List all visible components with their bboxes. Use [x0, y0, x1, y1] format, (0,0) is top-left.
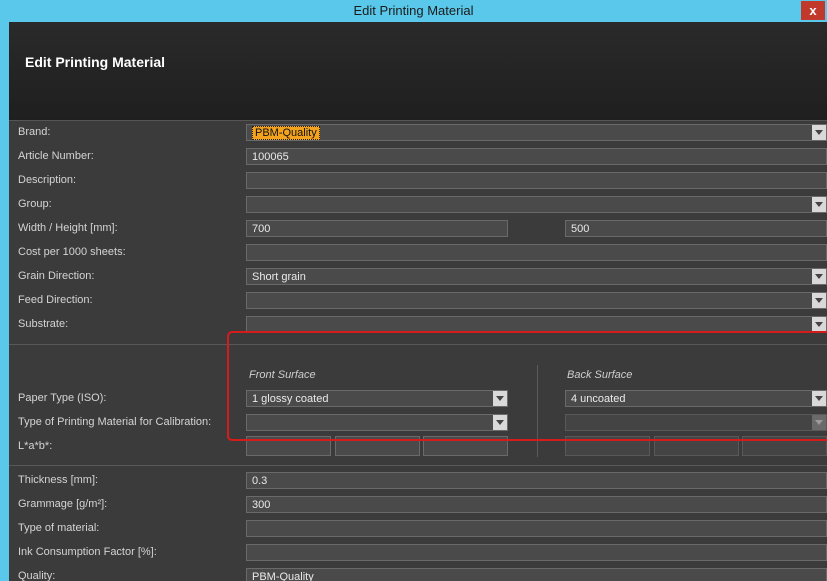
dialog-content: Edit Printing Material Brand: PBM-Qualit… — [9, 22, 827, 581]
calibration-label: Type of Printing Material for Calibratio… — [18, 416, 212, 428]
lab-label: L*a*b*: — [18, 440, 53, 452]
height-field[interactable]: 500 — [565, 220, 827, 237]
ink-factor-field[interactable] — [246, 544, 827, 561]
window-title: Edit Printing Material — [353, 3, 474, 18]
window-titlebar: Edit Printing Material x — [0, 0, 827, 22]
grain-direction-select[interactable]: Short grain — [246, 268, 827, 285]
brand-select[interactable]: PBM-Quality — [246, 124, 827, 141]
description-field[interactable] — [246, 172, 827, 189]
ink-factor-label: Ink Consumption Factor [%]: — [18, 546, 157, 558]
close-button[interactable]: x — [801, 1, 825, 20]
chevron-down-icon[interactable] — [812, 269, 826, 284]
brand-label: Brand: — [18, 126, 51, 138]
cost-field[interactable] — [246, 244, 827, 261]
feed-direction-label: Feed Direction: — [18, 294, 93, 306]
article-number-field[interactable]: 100065 — [246, 148, 827, 165]
dialog-header: Edit Printing Material — [9, 22, 827, 121]
substrate-label: Substrate: — [18, 318, 69, 330]
group-label: Group: — [18, 198, 52, 210]
material-type-field[interactable] — [246, 520, 827, 537]
chevron-down-icon[interactable] — [812, 197, 826, 212]
grain-direction-value: Short grain — [252, 271, 306, 283]
quality-field[interactable]: PBM-Quality — [246, 568, 827, 581]
highlight-box — [227, 331, 827, 441]
width-height-label: Width / Height [mm]: — [18, 222, 118, 234]
window-left-border — [0, 22, 9, 581]
brand-value: PBM-Quality — [252, 126, 320, 140]
grammage-label: Grammage [g/m²]: — [18, 498, 108, 510]
chevron-down-icon[interactable] — [812, 317, 826, 332]
grammage-field[interactable]: 300 — [246, 496, 827, 513]
grain-direction-label: Grain Direction: — [18, 270, 95, 282]
thickness-label: Thickness [mm]: — [18, 474, 99, 486]
description-label: Description: — [18, 174, 77, 186]
thickness-field[interactable]: 0.3 — [246, 472, 827, 489]
width-field[interactable]: 700 — [246, 220, 508, 237]
article-number-label: Article Number: — [18, 150, 94, 162]
chevron-down-icon[interactable] — [812, 293, 826, 308]
chevron-down-icon[interactable] — [812, 125, 826, 140]
paper-type-label: Paper Type (ISO): — [18, 392, 107, 404]
quality-label: Quality: — [18, 570, 56, 581]
close-icon: x — [809, 3, 817, 18]
cost-label: Cost per 1000 sheets: — [18, 246, 126, 258]
page-title: Edit Printing Material — [25, 54, 166, 70]
section-divider — [9, 465, 827, 466]
material-type-label: Type of material: — [18, 522, 100, 534]
group-select[interactable] — [246, 196, 827, 213]
feed-direction-select[interactable] — [246, 292, 827, 309]
